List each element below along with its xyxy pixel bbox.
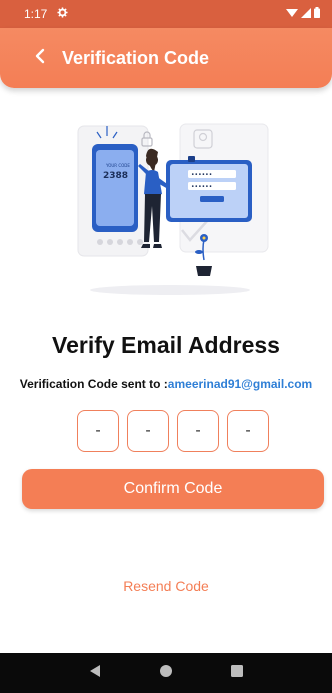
- battery-icon: [314, 7, 320, 21]
- system-nav-bar: [0, 653, 332, 693]
- phone-code-label: YOUR CODE: [105, 163, 130, 168]
- email-address: ameerinad91@gmail.com: [167, 377, 313, 391]
- resend-code-link[interactable]: Resend Code: [0, 578, 332, 594]
- verify-heading: Verify Email Address: [52, 332, 280, 358]
- code-digit-4[interactable]: -: [227, 410, 269, 452]
- app-bar: Verification Code: [0, 28, 332, 88]
- status-time: 1:17: [24, 7, 48, 21]
- code-sent-message: Verification Code sent to :ameerinad91@g…: [0, 377, 332, 391]
- nav-back-button[interactable]: [83, 661, 107, 685]
- code-input-row: - - - -: [77, 410, 269, 452]
- nav-recents-icon: [230, 664, 243, 682]
- verification-illustration: YOUR CODE 2388 •••••• ••••••: [70, 120, 270, 305]
- password-dots-2: ••••••: [191, 184, 212, 191]
- nav-home-icon: [159, 664, 173, 683]
- back-arrow-icon: [34, 48, 46, 69]
- code-digit-1[interactable]: -: [77, 410, 119, 452]
- phone-code: 2388: [103, 171, 128, 181]
- nav-back-icon: [89, 664, 101, 683]
- nav-home-button[interactable]: [154, 661, 178, 685]
- wifi-icon: [286, 7, 298, 21]
- code-sent-prefix: Verification Code sent to :: [19, 377, 168, 391]
- status-bar: 1:17: [0, 0, 332, 28]
- nav-recents-button[interactable]: [225, 661, 249, 685]
- code-digit-2[interactable]: -: [127, 410, 169, 452]
- code-digit-3[interactable]: -: [177, 410, 219, 452]
- password-dots-1: ••••••: [191, 172, 212, 179]
- confirm-code-button[interactable]: Confirm Code: [22, 469, 324, 509]
- back-button[interactable]: [20, 38, 60, 78]
- page-title: Verification Code: [62, 47, 210, 68]
- signal-icon: [301, 7, 311, 21]
- gear-icon: [57, 7, 68, 21]
